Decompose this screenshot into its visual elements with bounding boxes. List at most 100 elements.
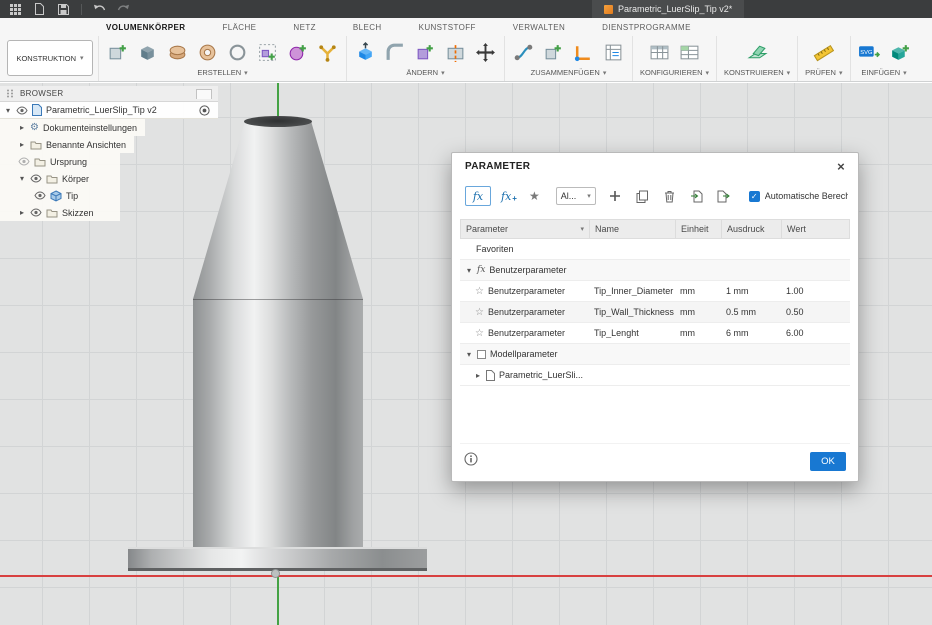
column-header-einheit[interactable]: Einheit <box>676 220 722 238</box>
visibility-eye-icon[interactable] <box>30 174 42 183</box>
parameter-row-tip-lenght[interactable]: ☆ Benutzerparameter Tip_Lenght mm 6 mm 6… <box>460 323 850 344</box>
visibility-eye-icon[interactable] <box>34 191 46 200</box>
model-parameter-group-row[interactable]: ▾ Modellparameter <box>460 344 850 365</box>
insert-mesh-icon[interactable] <box>888 41 911 64</box>
revolve-icon[interactable] <box>166 41 189 64</box>
browser-item-tip-body[interactable]: Tip <box>0 187 120 204</box>
chevron-down-icon[interactable]: ▾ <box>465 266 473 275</box>
group-aendern-dropdown[interactable]: ÄNDERN ▾ <box>406 68 444 77</box>
copy-parameter-icon[interactable] <box>635 189 650 204</box>
as-built-joint-icon[interactable] <box>542 41 565 64</box>
hole-icon[interactable] <box>226 41 249 64</box>
group-erstellen-dropdown[interactable]: ERSTELLEN ▾ <box>197 68 247 77</box>
chevron-right-icon[interactable]: ▸ <box>18 208 26 217</box>
file-icon[interactable] <box>33 3 46 16</box>
tab-netz[interactable]: NETZ <box>293 23 316 32</box>
motion-study-icon[interactable] <box>602 41 625 64</box>
info-icon[interactable] <box>464 452 478 471</box>
workspace-selector[interactable]: KONSTRUKTION ▾ <box>7 40 93 76</box>
column-header-parameter[interactable]: Parameter ▾ <box>461 220 590 238</box>
chevron-down-icon[interactable]: ▾ <box>18 174 26 183</box>
browser-item-koerper[interactable]: ▾ Körper <box>0 170 120 187</box>
browser-root-row[interactable]: ▾ Parametric_LuerSlip_Tip v2 <box>0 102 218 119</box>
pipe-icon[interactable] <box>316 41 339 64</box>
tab-blech[interactable]: BLECH <box>353 23 382 32</box>
app-grid-icon[interactable] <box>9 3 22 16</box>
browser-item-benannte-ansichten[interactable]: ▸ Benannte Ansichten <box>0 136 134 153</box>
configuration-table-icon[interactable] <box>678 41 701 64</box>
form-icon[interactable] <box>286 41 309 64</box>
joint-icon[interactable] <box>512 41 535 64</box>
parameter-row-tip-inner-diameter[interactable]: ☆ Benutzerparameter Tip_Inner_Diameter m… <box>460 281 850 302</box>
auto-compute-checkbox[interactable]: ✓ Automatische Berech <box>749 191 848 202</box>
tab-kunststoff[interactable]: KUNSTSTOFF <box>419 23 476 32</box>
name-cell[interactable]: Tip_Wall_Thickness <box>589 307 675 317</box>
save-icon[interactable] <box>57 3 70 16</box>
expression-cell[interactable]: 0.5 mm <box>721 307 781 317</box>
document-tab[interactable]: Parametric_LuerSlip_Tip v2* <box>592 0 744 18</box>
favorites-filter-icon[interactable]: ★ <box>529 190 540 202</box>
browser-item-dokumenteinstellungen[interactable]: ▸ ⚙ Dokumenteinstellungen <box>0 119 145 136</box>
column-header-name[interactable]: Name <box>590 220 676 238</box>
name-cell[interactable]: Tip_Inner_Diameter <box>589 286 675 296</box>
extrude-icon[interactable] <box>136 41 159 64</box>
column-header-wert[interactable]: Wert <box>782 220 834 238</box>
construction-plane-icon[interactable] <box>746 41 769 64</box>
move-icon[interactable] <box>474 41 497 64</box>
close-icon[interactable]: × <box>837 160 845 173</box>
export-csv-icon[interactable] <box>716 189 731 204</box>
origin-point[interactable] <box>271 569 280 578</box>
browser-header[interactable]: BROWSER <box>0 86 218 102</box>
group-einfuegen-dropdown[interactable]: EINFÜGEN ▾ <box>861 68 906 77</box>
pattern-icon[interactable] <box>256 41 279 64</box>
chevron-right-icon[interactable]: ▸ <box>18 140 26 149</box>
split-body-icon[interactable] <box>444 41 467 64</box>
insert-svg-icon[interactable]: SVG <box>858 41 881 64</box>
delete-parameter-icon[interactable] <box>662 189 677 204</box>
undo-icon[interactable] <box>93 3 106 16</box>
browser-collapse-tab[interactable] <box>196 89 212 99</box>
favorite-star-icon[interactable]: ☆ <box>465 307 484 318</box>
expression-cell[interactable]: 6 mm <box>721 328 781 338</box>
activate-component-radio[interactable] <box>199 105 210 116</box>
tab-flaeche[interactable]: FLÄCHE <box>222 23 256 32</box>
group-konfigurieren-dropdown[interactable]: KONFIGURIEREN ▾ <box>640 68 709 77</box>
visibility-eye-icon[interactable] <box>30 208 42 217</box>
configure-icon[interactable] <box>648 41 671 64</box>
dialog-titlebar[interactable]: PARAMETER × <box>452 153 858 179</box>
ok-button[interactable]: OK <box>810 452 846 471</box>
favorite-star-icon[interactable]: ☆ <box>465 328 484 339</box>
favorite-star-icon[interactable]: ☆ <box>465 286 484 297</box>
model-cone-section[interactable] <box>193 121 363 299</box>
chevron-down-icon[interactable]: ▾ <box>465 350 473 359</box>
model-base-flange[interactable] <box>128 547 427 571</box>
tab-volumenkoerper[interactable]: VOLUMENKÖRPER <box>106 23 185 32</box>
expression-cell[interactable]: 1 mm <box>721 286 781 296</box>
chevron-down-icon[interactable]: ▾ <box>4 106 12 115</box>
model-child-row[interactable]: ▸ Parametric_LuerSli... <box>460 365 850 386</box>
group-zusammenfuegen-dropdown[interactable]: ZUSAMMENFÜGEN ▾ <box>531 68 607 77</box>
import-csv-icon[interactable] <box>689 189 704 204</box>
visibility-eye-off-icon[interactable] <box>18 157 30 166</box>
chevron-right-icon[interactable]: ▸ <box>18 123 26 132</box>
new-component-icon[interactable] <box>106 41 129 64</box>
favorites-row[interactable]: Favoriten <box>460 239 850 260</box>
user-parameter-filter-button[interactable]: fx <box>465 186 491 206</box>
group-konstruieren-dropdown[interactable]: KONSTRUIEREN ▾ <box>724 68 790 77</box>
tab-verwalten[interactable]: VERWALTEN <box>513 23 565 32</box>
add-parameter-icon[interactable] <box>608 189 623 204</box>
filter-dropdown[interactable]: Al... ▾ <box>556 187 596 205</box>
coil-icon[interactable] <box>196 41 219 64</box>
browser-item-ursprung[interactable]: Ursprung <box>0 153 120 170</box>
tab-dienstprogramme[interactable]: DIENSTPROGRAMME <box>602 23 691 32</box>
name-cell[interactable]: Tip_Lenght <box>589 328 675 338</box>
parameter-row-tip-wall-thickness[interactable]: ☆ Benutzerparameter Tip_Wall_Thickness m… <box>460 302 850 323</box>
fillet-icon[interactable] <box>384 41 407 64</box>
measure-icon[interactable] <box>812 41 835 64</box>
joint-origin-icon[interactable] <box>572 41 595 64</box>
chevron-right-icon[interactable]: ▸ <box>474 371 482 380</box>
browser-item-skizzen[interactable]: ▸ Skizzen <box>0 204 120 221</box>
user-parameter-group-row[interactable]: ▾ fx Benutzerparameter <box>460 260 850 281</box>
press-pull-icon[interactable] <box>354 41 377 64</box>
model-cylinder-section[interactable] <box>193 299 363 547</box>
